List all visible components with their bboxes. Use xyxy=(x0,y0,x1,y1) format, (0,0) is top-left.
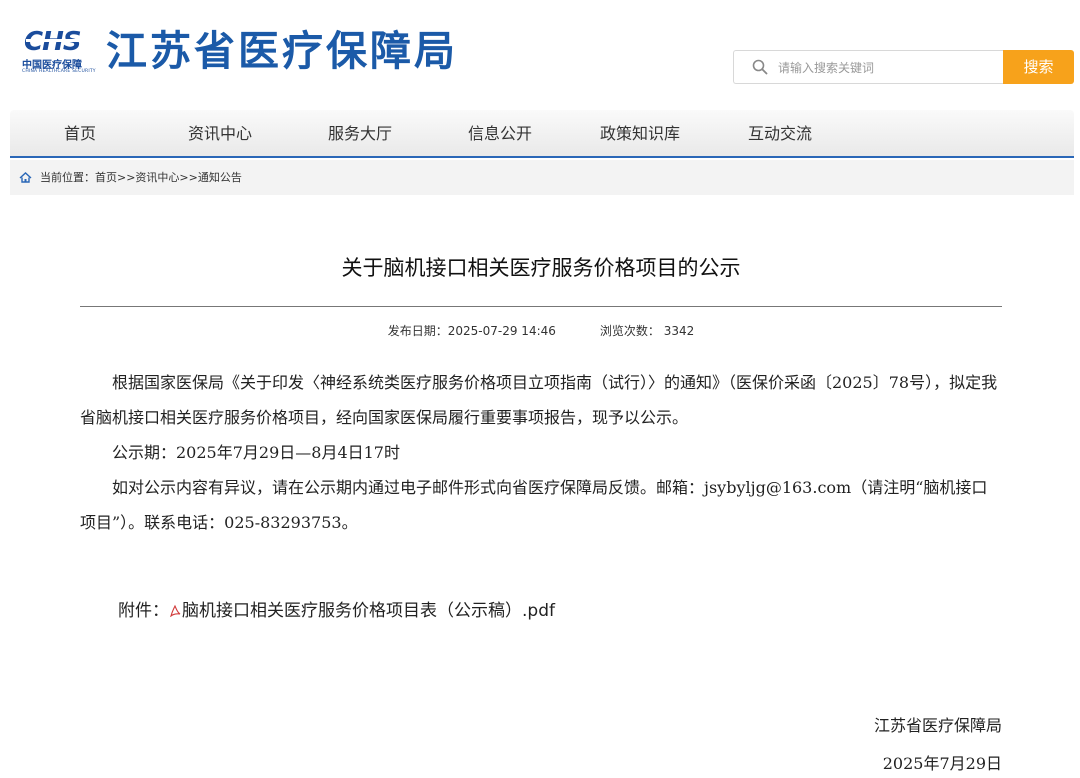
signature-date: 2025年7月29日 xyxy=(883,750,1002,774)
search-icon xyxy=(752,59,768,75)
paragraph-basis: 根据国家医保局《关于印发〈神经系统类医疗服务价格项目立项指南（试行）〉的通知》（… xyxy=(80,365,1002,435)
nav-item-info-disclosure[interactable]: 信息公开 xyxy=(450,110,550,156)
title-divider xyxy=(80,306,1002,307)
breadcrumb-prefix: 当前位置： xyxy=(40,171,95,184)
search-box xyxy=(733,50,1003,84)
article-meta: 发布日期：2025-07-29 14:46 浏览次数： 3342 xyxy=(80,322,1002,339)
search-input[interactable] xyxy=(776,55,1000,81)
article-title: 关于脑机接口相关医疗服务价格项目的公示 xyxy=(80,252,1002,282)
paragraph-period: 公示期：2025年7月29日—8月4日17时 xyxy=(80,435,1002,470)
search-button[interactable]: 搜索 xyxy=(1003,50,1074,84)
site-title[interactable]: 江苏省医疗保障局 xyxy=(106,26,458,76)
attachment-label: 附件： xyxy=(118,601,169,621)
signature-org: 江苏省医疗保障局 xyxy=(874,712,1002,736)
logo-english-text: CHINA HEALTHCARE SECURITY xyxy=(22,69,96,74)
nav-item-service-hall[interactable]: 服务大厅 xyxy=(310,110,410,156)
chs-logo-mark-icon: CHS xyxy=(24,28,92,54)
nav-item-interaction[interactable]: 互动交流 xyxy=(730,110,830,156)
attachment-link[interactable]: 脑机接口相关医疗服务价格项目表（公示稿）.pdf xyxy=(182,601,555,621)
breadcrumb-path[interactable]: 首页>>资讯中心>>通知公告 xyxy=(95,171,242,184)
main-nav: 首页 资讯中心 服务大厅 信息公开 政策知识库 互动交流 xyxy=(10,110,1074,158)
article-body: 根据国家医保局《关于印发〈神经系统类医疗服务价格项目立项指南（试行）〉的通知》（… xyxy=(80,365,1002,540)
nav-item-news-center[interactable]: 资讯中心 xyxy=(170,110,270,156)
pdf-icon xyxy=(169,604,181,617)
nav-item-policy-library[interactable]: 政策知识库 xyxy=(586,110,694,156)
site-header: CHS 中国医疗保障 CHINA HEALTHCARE SECURITY 江苏省… xyxy=(0,0,1080,110)
attachment: 附件： 脑机接口相关医疗服务价格项目表（公示稿）.pdf xyxy=(118,596,555,621)
breadcrumb: 当前位置：首页>>资讯中心>>通知公告 xyxy=(10,160,1074,195)
view-count: 浏览次数： 3342 xyxy=(600,324,694,338)
publish-date: 发布日期：2025-07-29 14:46 xyxy=(388,324,556,338)
chs-logo[interactable]: CHS 中国医疗保障 CHINA HEALTHCARE SECURITY xyxy=(22,28,94,76)
home-icon xyxy=(19,172,32,183)
breadcrumb-text: 当前位置：首页>>资讯中心>>通知公告 xyxy=(40,160,242,195)
nav-item-home[interactable]: 首页 xyxy=(38,110,122,156)
paragraph-feedback: 如对公示内容有异议，请在公示期内通过电子邮件形式向省医疗保障局反馈。邮箱：jsy… xyxy=(80,470,1002,540)
